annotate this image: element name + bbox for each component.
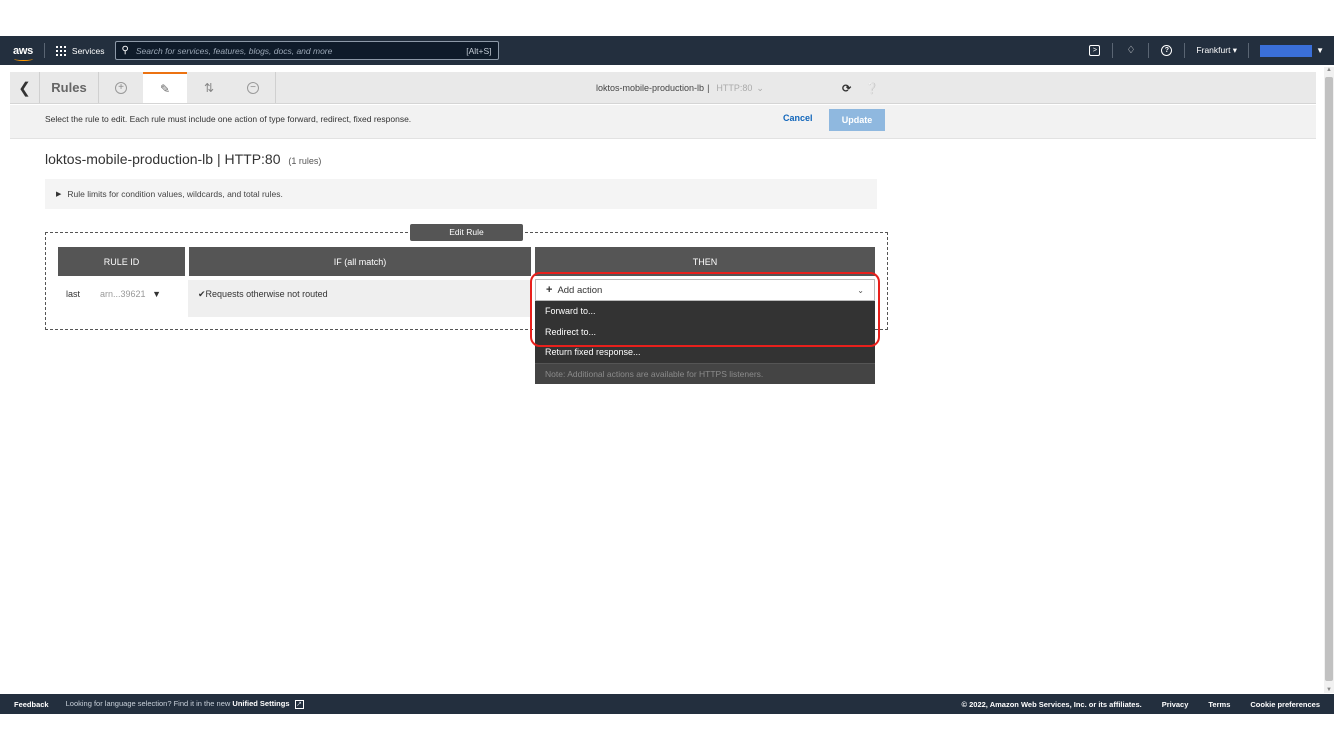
toolbar-listener: HTTP:80 xyxy=(716,83,753,93)
rule-id-link[interactable]: arn...39621 ▼ xyxy=(100,289,161,299)
feedback-link[interactable]: Feedback xyxy=(14,700,49,709)
search-icon: ⚲ xyxy=(121,45,129,56)
nav-divider xyxy=(1148,43,1150,58)
check-icon: ✔ xyxy=(198,289,206,299)
aws-smile-icon xyxy=(14,57,33,61)
toolbar-title: Rules xyxy=(51,80,87,95)
footer-links: © 2022, Amazon Web Services, Inc. or its… xyxy=(962,700,1320,709)
refresh-icon[interactable]: ⟳ xyxy=(842,82,851,95)
external-link-icon: ↗ xyxy=(294,699,304,709)
condition-label: Requests otherwise not routed xyxy=(205,289,328,299)
help-icon[interactable]: ❔ xyxy=(865,82,879,95)
menu-item-fixed-response[interactable]: Return fixed response... xyxy=(545,347,641,357)
toolbar-divider xyxy=(275,72,276,103)
help-icon[interactable]: ? xyxy=(1160,44,1173,57)
nav-divider xyxy=(1248,43,1250,58)
instruction-bar: Select the rule to edit. Each rule must … xyxy=(10,105,1316,139)
unified-settings-link[interactable]: Unified Settings xyxy=(232,699,289,708)
delete-rule-button[interactable]: − xyxy=(231,72,275,103)
condition-text: ✔Requests otherwise not routed xyxy=(198,289,328,300)
rule-count: (1 rules) xyxy=(288,156,322,166)
top-navigation: aws Services ⚲ Search for services, feat… xyxy=(0,36,1334,65)
aws-logo-text: aws xyxy=(13,44,33,57)
rule-limits-expander[interactable]: ▶ Rule limits for condition values, wild… xyxy=(45,179,877,209)
delete-icon: − xyxy=(247,81,259,94)
toolbar-actions: ⟳ ❔ xyxy=(842,72,879,104)
bell-icon[interactable]: ♢ xyxy=(1124,44,1137,57)
nav-divider xyxy=(1112,43,1114,58)
update-button[interactable]: Update xyxy=(829,109,885,131)
column-header-if: IF (all match) xyxy=(189,247,531,276)
terms-link[interactable]: Terms xyxy=(1208,700,1230,709)
instruction-text: Select the rule to edit. Each rule must … xyxy=(45,114,412,124)
cookie-preferences-link[interactable]: Cookie preferences xyxy=(1250,700,1320,709)
rules-toolbar: ❮ Rules + ✎ ⇅ − loktos-mobile-production… xyxy=(10,72,1316,104)
rule-priority: last xyxy=(66,289,81,299)
language-notice-text: Looking for language selection? Find it … xyxy=(65,699,231,709)
language-notice: Looking for language selection? Find it … xyxy=(66,699,304,709)
lb-heading-text: loktos-mobile-production-lb | HTTP:80 xyxy=(45,151,281,167)
grid-icon xyxy=(55,45,66,56)
edit-icon: ✎ xyxy=(159,81,171,96)
search-input[interactable]: ⚲ Search for services, features, blogs, … xyxy=(114,41,499,60)
nav-divider xyxy=(1184,43,1186,58)
rule-id-text: arn...39621 xyxy=(100,289,146,299)
highlight-annotation xyxy=(530,272,880,347)
page: aws Services ⚲ Search for services, feat… xyxy=(0,0,1334,750)
page-title: loktos-mobile-production-lb | HTTP:80 (1… xyxy=(45,151,321,167)
region-selector[interactable]: Frankfurt ▾ xyxy=(1196,45,1237,56)
privacy-link[interactable]: Privacy xyxy=(1162,700,1189,709)
aws-logo[interactable]: aws xyxy=(13,44,33,61)
edit-rule-label: Edit Rule xyxy=(410,224,523,241)
scrollbar-thumb[interactable] xyxy=(1325,77,1333,681)
scroll-down-icon[interactable]: ▼ xyxy=(1326,687,1332,693)
column-header-rule-id: RULE ID xyxy=(58,247,185,276)
add-icon: + xyxy=(115,81,127,94)
account-menu-button[interactable] xyxy=(1260,44,1313,57)
chevron-down-icon[interactable]: ▼ xyxy=(1316,46,1324,55)
add-rule-button[interactable]: + xyxy=(99,72,143,103)
region-label: Frankfurt xyxy=(1196,45,1231,55)
edit-rule-button[interactable]: ✎ xyxy=(143,72,187,103)
chevron-down-icon: ⌄ xyxy=(756,82,764,93)
nav-divider xyxy=(43,43,45,58)
services-menu-button[interactable]: Services xyxy=(55,45,105,56)
nav-right: > ♢ ? Frankfurt ▾ ▼ xyxy=(1088,43,1334,58)
copyright-text: © 2022, Amazon Web Services, Inc. or its… xyxy=(961,699,1142,709)
listener-selector[interactable]: loktos-mobile-production-lb | HTTP:80 ⌄ xyxy=(596,72,764,104)
reorder-icon: ⇅ xyxy=(203,80,215,95)
scroll-up-icon[interactable]: ▲ xyxy=(1326,67,1332,73)
search-shortcut: [Alt+S] xyxy=(466,45,492,56)
cancel-button[interactable]: Cancel xyxy=(783,113,813,123)
back-icon[interactable]: ❮ xyxy=(10,72,40,103)
footer: Feedback Looking for language selection?… xyxy=(0,694,1334,714)
reorder-rules-button[interactable]: ⇅ xyxy=(187,72,231,103)
page-scrollbar[interactable]: ▲ ▼ xyxy=(1324,67,1334,693)
caret-down-icon: ▼ xyxy=(152,289,161,299)
toolbar-lb-name: loktos-mobile-production-lb xyxy=(596,83,705,93)
rule-limits-text: Rule limits for condition values, wildca… xyxy=(67,189,283,199)
search-placeholder: Search for services, features, blogs, do… xyxy=(135,45,333,56)
caret-right-icon: ▶ xyxy=(56,191,62,198)
toolbar-separator: | xyxy=(707,83,710,93)
cloudshell-icon[interactable]: > xyxy=(1088,44,1101,57)
services-label: Services xyxy=(71,45,105,56)
menu-note: Note: Additional actions are available f… xyxy=(535,363,875,384)
